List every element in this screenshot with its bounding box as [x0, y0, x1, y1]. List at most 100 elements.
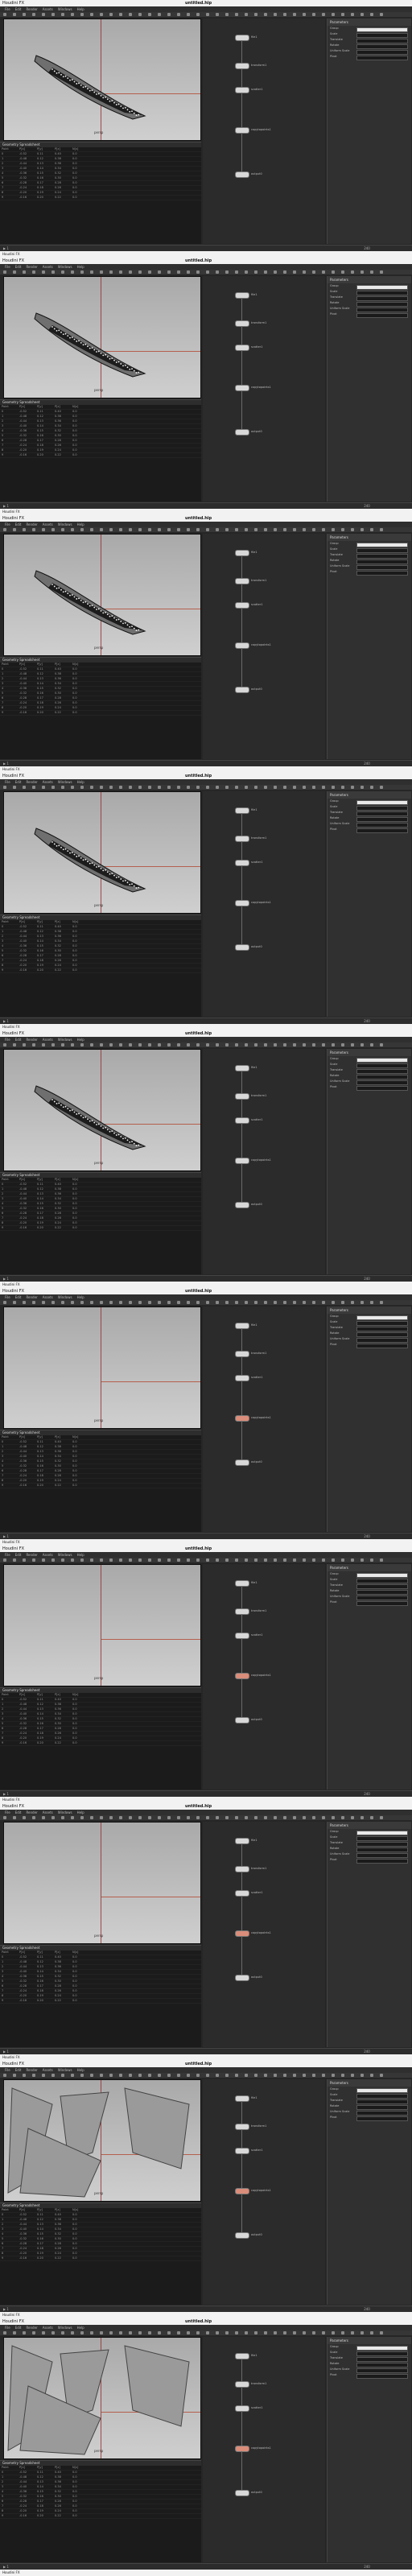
- parameter-field[interactable]: [356, 1085, 408, 1091]
- menu-item[interactable]: Windows: [58, 2326, 72, 2330]
- shelf-tool-icon[interactable]: [225, 13, 229, 16]
- menu-item[interactable]: Windows: [58, 780, 72, 784]
- shelf-tool-icon[interactable]: [303, 13, 306, 16]
- shelf-tool-icon[interactable]: [100, 1816, 103, 1819]
- shelf-tool-icon[interactable]: [100, 13, 103, 16]
- menu-item[interactable]: Edit: [15, 2326, 22, 2330]
- shelf-tool-icon[interactable]: [42, 2074, 45, 2077]
- shelf-tool-icon[interactable]: [322, 1816, 325, 1819]
- shelf-tool-icon[interactable]: [370, 1558, 373, 1562]
- parameter-field[interactable]: [356, 2116, 408, 2121]
- shelf-tool-icon[interactable]: [360, 1043, 364, 1046]
- shelf-tool-icon[interactable]: [235, 1816, 238, 1819]
- shelf-tool-icon[interactable]: [109, 786, 113, 789]
- spreadsheet-column-header[interactable]: P[y]: [35, 147, 53, 151]
- shelf-tool-icon[interactable]: [187, 1558, 190, 1562]
- shelf-tool-icon[interactable]: [109, 528, 113, 531]
- scene-viewport[interactable]: persp: [3, 1307, 201, 1429]
- shelf-tool-icon[interactable]: [158, 786, 161, 789]
- shelf-tool-icon[interactable]: [360, 786, 364, 789]
- shelf-tool-icon[interactable]: [100, 1301, 103, 1304]
- shelf-tool-icon[interactable]: [216, 2331, 219, 2334]
- shelf-tool-icon[interactable]: [351, 2074, 354, 2077]
- shelf-tool-icon[interactable]: [235, 13, 238, 16]
- shelf-tool-icon[interactable]: [129, 786, 132, 789]
- shelf-tool-icon[interactable]: [235, 1043, 238, 1046]
- spreadsheet-column-header[interactable]: P[z]: [53, 2466, 71, 2470]
- spreadsheet-column-header[interactable]: P[y]: [35, 2466, 53, 2470]
- network-view[interactable]: file1 transform1 scatter1 copytopoints1 outp…: [203, 276, 325, 502]
- shelf-tool-icon[interactable]: [80, 786, 84, 789]
- shelf-tool-icon[interactable]: [90, 528, 93, 531]
- shelf-tool-icon[interactable]: [360, 2074, 364, 2077]
- shelf-tool-icon[interactable]: [351, 528, 354, 531]
- spreadsheet-column-header[interactable]: N[x]: [71, 1178, 89, 1182]
- menu-item[interactable]: Render: [26, 522, 37, 526]
- spreadsheet-column-header[interactable]: P[z]: [53, 1178, 71, 1182]
- shelf-tool-icon[interactable]: [196, 270, 200, 274]
- network-node[interactable]: [235, 2095, 249, 2102]
- shelf-tool-icon[interactable]: [370, 786, 373, 789]
- shelf-tool-icon[interactable]: [158, 1816, 161, 1819]
- spreadsheet-column-header[interactable]: P[y]: [35, 1693, 53, 1697]
- shelf-tool-icon[interactable]: [13, 13, 16, 16]
- menu-item[interactable]: File: [5, 1553, 10, 1557]
- network-node[interactable]: [235, 1838, 249, 1844]
- spreadsheet-column-header[interactable]: P[y]: [35, 920, 53, 924]
- menu-item[interactable]: Edit: [15, 1553, 22, 1557]
- menu-item[interactable]: Edit: [15, 1810, 22, 1814]
- menu-item[interactable]: Windows: [58, 1553, 72, 1557]
- shelf-tool-icon[interactable]: [177, 786, 180, 789]
- network-node[interactable]: [235, 642, 249, 649]
- shelf-tool-icon[interactable]: [42, 1043, 45, 1046]
- shelf-tool-icon[interactable]: [80, 1816, 84, 1819]
- shelf-tool-icon[interactable]: [322, 528, 325, 531]
- shelf-tool-icon[interactable]: [3, 270, 6, 274]
- shelf-tool-icon[interactable]: [138, 1043, 142, 1046]
- shelf-tool-icon[interactable]: [109, 2331, 113, 2334]
- network-node[interactable]: [235, 63, 249, 69]
- menu-item[interactable]: Edit: [15, 265, 22, 269]
- shelf-tool-icon[interactable]: [293, 13, 296, 16]
- shelf-tool-icon[interactable]: [100, 786, 103, 789]
- network-node[interactable]: [235, 860, 249, 866]
- scene-viewport[interactable]: persp: [3, 534, 201, 656]
- network-node[interactable]: [235, 2148, 249, 2154]
- shelf-tool-icon[interactable]: [129, 13, 132, 16]
- shelf-tool-icon[interactable]: [206, 13, 209, 16]
- shelf-tool-icon[interactable]: [23, 1558, 26, 1562]
- shelf-tool-icon[interactable]: [274, 2074, 277, 2077]
- menu-item[interactable]: File: [5, 1038, 10, 1042]
- network-view[interactable]: file1 transform1 scatter1 copytopoints1 outp…: [203, 534, 325, 759]
- shelf-tool-icon[interactable]: [109, 1816, 113, 1819]
- shelf-tool-icon[interactable]: [71, 528, 74, 531]
- network-node[interactable]: [235, 1866, 249, 1872]
- spreadsheet-column-header[interactable]: Point: [0, 2466, 18, 2470]
- shelf-tool-icon[interactable]: [351, 13, 354, 16]
- shelf-tool-icon[interactable]: [293, 1558, 296, 1562]
- spreadsheet-column-header[interactable]: P[z]: [53, 1951, 71, 1955]
- shelf-tool-icon[interactable]: [3, 528, 6, 531]
- menu-item[interactable]: Assets: [43, 1553, 53, 1557]
- network-node[interactable]: [235, 1351, 249, 1357]
- shelf-tool-icon[interactable]: [90, 1301, 93, 1304]
- shelf-tool-icon[interactable]: [332, 786, 335, 789]
- shelf-tool-icon[interactable]: [61, 1816, 64, 1819]
- shelf-tool-icon[interactable]: [293, 1043, 296, 1046]
- shelf-tool-icon[interactable]: [90, 270, 93, 274]
- network-node[interactable]: [235, 171, 249, 178]
- shelf-tool-icon[interactable]: [80, 1043, 84, 1046]
- shelf-tool-icon[interactable]: [312, 1816, 315, 1819]
- scene-viewport[interactable]: persp: [3, 1564, 201, 1686]
- network-node[interactable]: [235, 1375, 249, 1381]
- shelf-tool-icon[interactable]: [235, 528, 238, 531]
- shelf-tool-icon[interactable]: [148, 1043, 151, 1046]
- shelf-tool-icon[interactable]: [283, 2331, 286, 2334]
- shelf-tool-icon[interactable]: [138, 528, 142, 531]
- menu-item[interactable]: Windows: [58, 522, 72, 526]
- network-node[interactable]: [235, 2188, 249, 2194]
- shelf-tool-icon[interactable]: [312, 1558, 315, 1562]
- network-node[interactable]: [235, 87, 249, 93]
- network-node[interactable]: [235, 944, 249, 951]
- shelf-tool-icon[interactable]: [360, 2331, 364, 2334]
